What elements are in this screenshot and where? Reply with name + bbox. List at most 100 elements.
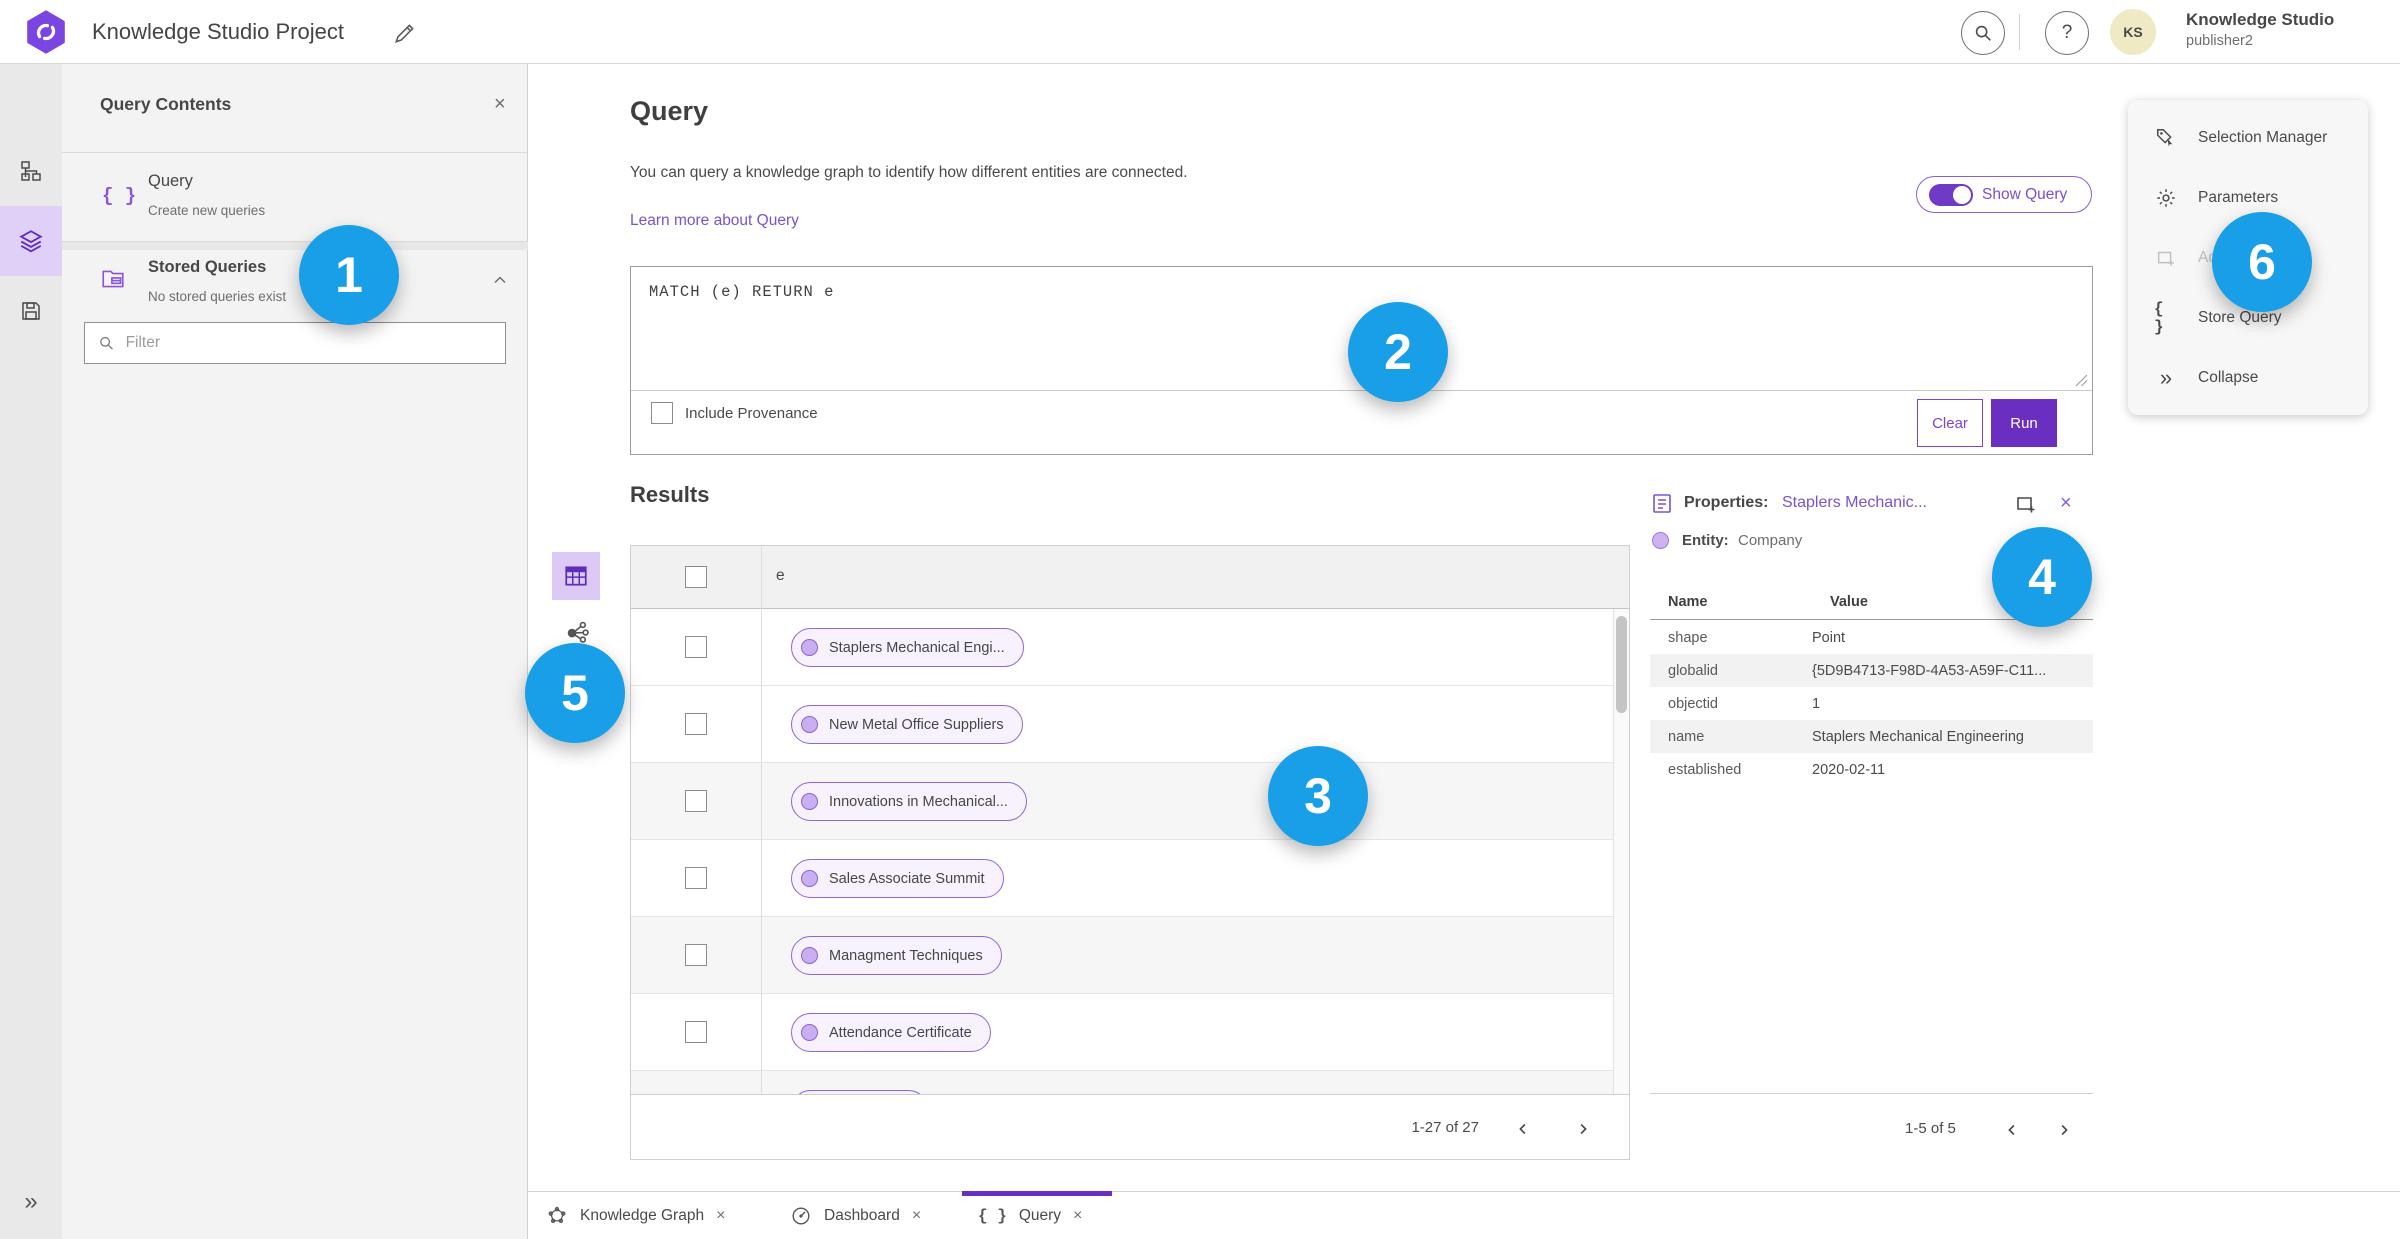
query-contents-item-stored[interactable]: Stored Queries No stored queries exist <box>62 250 528 316</box>
clear-button[interactable]: Clear <box>1917 399 1983 447</box>
select-all-checkbox[interactable] <box>685 566 707 588</box>
prev-page-button[interactable] <box>1509 1115 1537 1143</box>
rail-item-hierarchy[interactable] <box>0 136 62 206</box>
search-button[interactable] <box>1961 11 2005 55</box>
menu-item-collapse[interactable]: » Collapse <box>2128 348 2368 408</box>
view-tab-bar: Knowledge Graph × Dashboard × { } Query … <box>528 1191 2400 1239</box>
query-contents-panel: Query Contents × { } Query Create new qu… <box>62 64 528 1239</box>
add-to-selection-icon[interactable] <box>2014 492 2038 516</box>
next-page-button[interactable] <box>2050 1116 2078 1144</box>
show-query-toggle[interactable]: Show Query <box>1916 176 2092 213</box>
edit-project-title-icon[interactable] <box>392 20 418 46</box>
menu-item-label: Selection Manager <box>2198 129 2328 146</box>
chevron-left-icon <box>1519 1123 1526 1135</box>
entity-dot-icon <box>801 947 818 964</box>
query-description: You can query a knowledge graph to ident… <box>630 164 1188 181</box>
menu-item-selection-manager[interactable]: Selection Manager <box>2128 108 2368 168</box>
user-name: Knowledge Studio <box>2186 10 2335 29</box>
table-row: Firebird Title <box>631 1071 1613 1094</box>
avatar[interactable]: KS <box>2110 9 2156 55</box>
entity-pill[interactable]: Managment Techniques <box>791 936 1002 975</box>
row-checkbox[interactable] <box>685 636 707 658</box>
entity-dot-icon <box>801 639 818 656</box>
include-provenance-checkbox[interactable] <box>651 402 673 424</box>
left-icon-rail: » <box>0 64 62 1239</box>
filter-input[interactable] <box>125 334 493 352</box>
entity-pill[interactable]: Attendance Certificate <box>791 1013 991 1052</box>
properties-icon <box>1650 492 1674 516</box>
help-button[interactable]: ? <box>2045 11 2089 55</box>
entity-dot-icon <box>801 793 818 810</box>
entity-pill-label: Sales Associate Summit <box>829 870 985 887</box>
toggle-switch-icon <box>1929 183 1973 206</box>
query-editor-input[interactable]: MATCH (e) RETURN e <box>649 283 834 301</box>
entity-pill[interactable]: Staplers Mechanical Engi... <box>791 628 1024 667</box>
chevron-left-icon <box>2008 1124 2015 1136</box>
row-checkbox[interactable] <box>685 790 707 812</box>
add-icon <box>2154 247 2178 269</box>
collapse-section-chevron-icon[interactable] <box>490 270 510 290</box>
results-pagination: 1-27 of 27 <box>631 1094 1629 1159</box>
row-checkbox[interactable] <box>685 1021 707 1043</box>
entity-pill-label: Staplers Mechanical Engi... <box>829 639 1005 656</box>
entity-pill-label: Attendance Certificate <box>829 1024 972 1041</box>
annotation-badge-4: 4 <box>1992 527 2092 627</box>
row-checkbox[interactable] <box>685 713 707 735</box>
properties-entity-link[interactable]: Staplers Mechanic... <box>1782 494 1927 512</box>
row-checkbox[interactable] <box>685 867 707 889</box>
link-chart-icon <box>567 621 589 643</box>
entity-dot-icon <box>801 870 818 887</box>
close-properties-icon[interactable]: × <box>2060 493 2072 513</box>
stored-queries-folder-icon <box>100 266 126 292</box>
close-tab-icon[interactable]: × <box>1073 1207 1082 1225</box>
table-scrollbar <box>1613 609 1629 1094</box>
property-value: Staplers Mechanical Engineering <box>1812 728 2024 745</box>
rail-item-layers[interactable] <box>0 206 62 276</box>
property-row: shape Point <box>1650 621 2093 654</box>
property-name: globalid <box>1668 662 1718 679</box>
entity-dot-icon <box>801 1024 818 1041</box>
query-contents-item-query[interactable]: { } Query Create new queries <box>62 153 528 241</box>
table-row: Attendance Certificate <box>631 994 1613 1071</box>
entity-pill[interactable]: Sales Associate Summit <box>791 859 1004 898</box>
tab-label: Dashboard <box>824 1207 900 1224</box>
entity-pill[interactable]: New Metal Office Suppliers <box>791 705 1023 744</box>
property-value: {5D9B4713-F98D-4A53-A59F-C11... <box>1812 662 2047 679</box>
tab-query[interactable]: { } Query × <box>978 1192 1082 1239</box>
next-page-button[interactable] <box>1569 1115 1597 1143</box>
row-checkbox[interactable] <box>685 944 707 966</box>
properties-col-value: Value <box>1830 594 1868 610</box>
tab-dashboard[interactable]: Dashboard × <box>790 1192 921 1239</box>
learn-more-link[interactable]: Learn more about Query <box>630 212 799 230</box>
double-chevron-icon: » <box>24 1188 38 1215</box>
table-view-button[interactable] <box>552 552 600 600</box>
chevron-right-icon <box>2061 1124 2068 1136</box>
results-title: Results <box>630 482 710 507</box>
rail-item-save[interactable] <box>0 276 62 346</box>
scrollbar-thumb[interactable] <box>1616 616 1627 713</box>
entity-pill[interactable]: Innovations in Mechanical... <box>791 782 1027 821</box>
close-tab-icon[interactable]: × <box>716 1207 725 1225</box>
stored-queries-filter[interactable] <box>84 322 506 364</box>
menu-item-label: Store Query <box>2198 309 2282 326</box>
editor-divider <box>631 390 2092 391</box>
property-value: 2020-02-11 <box>1812 761 1886 778</box>
entity-pill-label: Innovations in Mechanical... <box>829 793 1008 810</box>
property-name: name <box>1668 728 1705 745</box>
run-button[interactable]: Run <box>1991 399 2057 447</box>
property-name: objectid <box>1668 695 1718 712</box>
query-section-title: Query <box>630 96 709 126</box>
question-icon: ? <box>2061 22 2073 43</box>
annotation-badge-2: 2 <box>1348 302 1448 402</box>
expand-panel-button[interactable]: » <box>0 1182 62 1222</box>
resize-handle-icon[interactable] <box>2075 374 2088 387</box>
tab-label: Knowledge Graph <box>580 1207 705 1224</box>
column-header-e: e <box>776 567 785 584</box>
close-panel-icon[interactable]: × <box>494 94 506 114</box>
entity-pill-label: Managment Techniques <box>829 947 983 964</box>
tab-knowledge-graph[interactable]: Knowledge Graph × <box>546 1192 725 1239</box>
close-tab-icon[interactable]: × <box>912 1207 921 1225</box>
prev-page-button[interactable] <box>1998 1116 2026 1144</box>
table-row: Sales Associate Summit <box>631 840 1613 917</box>
app-logo-icon[interactable] <box>24 10 68 54</box>
